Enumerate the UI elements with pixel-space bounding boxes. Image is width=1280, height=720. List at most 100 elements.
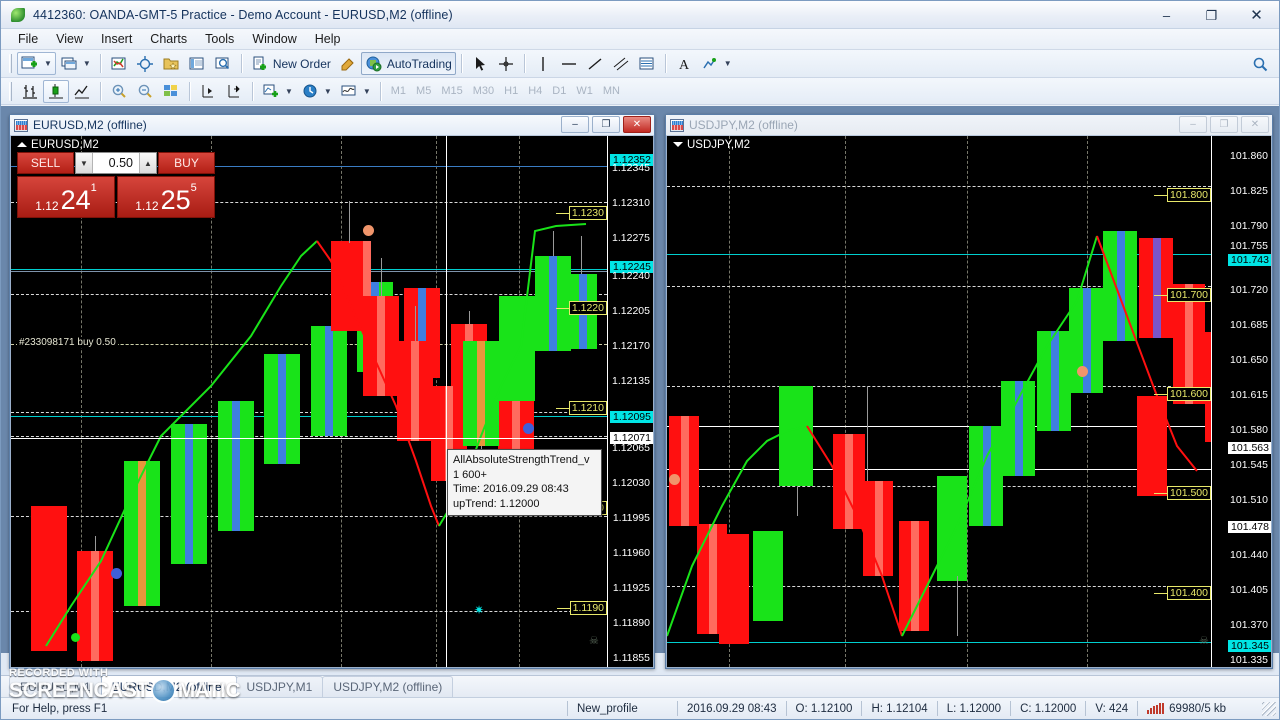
chart-close-button-usdjpy[interactable]: ✕ — [1241, 116, 1269, 133]
price-axis-tick: 1.12065 — [612, 442, 650, 454]
chart-shift-button[interactable] — [221, 80, 247, 103]
indicators-caret[interactable]: ▼ — [285, 87, 293, 96]
maximize-button[interactable]: ❐ — [1189, 1, 1234, 29]
crosshair-tool-button[interactable] — [493, 52, 519, 75]
chart-canvas-eurusd[interactable]: EURUSD,M2 ✷ ☠ #233098171 buy 0.50 1.1230… — [10, 136, 654, 668]
new-chart-button[interactable]: ▼ — [17, 52, 56, 75]
status-profile[interactable]: New_profile — [568, 701, 678, 716]
templates-caret[interactable]: ▼ — [363, 87, 371, 96]
new-chart-caret[interactable]: ▼ — [44, 59, 52, 68]
minimize-icon: – — [1162, 7, 1171, 23]
chart-window-titlebar-eurusd[interactable]: EURUSD,M2 (offline) – ❐ ✕ — [10, 115, 654, 136]
price-tag: 101.800 — [1154, 188, 1211, 202]
menu-tools[interactable]: Tools — [196, 30, 243, 48]
data-window-button[interactable] — [132, 52, 158, 75]
buy-button[interactable]: BUY — [158, 152, 215, 174]
timeframe-m1[interactable]: M1 — [386, 81, 411, 101]
volume-decrease-button[interactable]: ▼ — [76, 153, 93, 173]
zoom-in-button[interactable] — [106, 80, 132, 103]
chart-expand-arrow-eurusd[interactable] — [17, 142, 27, 147]
sell-button[interactable]: SELL — [17, 152, 74, 174]
terminal-button[interactable] — [184, 52, 210, 75]
chart-window-eurusd[interactable]: EURUSD,M2 (offline) – ❐ ✕ EURUSD,M2 ✷ ☠ … — [9, 114, 655, 669]
menu-insert[interactable]: Insert — [92, 30, 141, 48]
strategy-tester-button[interactable] — [210, 52, 236, 75]
timeframe-m15[interactable]: M15 — [436, 81, 467, 101]
chart-tab-eurusd-m2-offline[interactable]: EURUSD,M2 (offline) — [100, 675, 237, 697]
navigator-button[interactable] — [158, 52, 184, 75]
green-dot-marker — [71, 633, 80, 642]
chart-collapse-arrow-usdjpy[interactable] — [673, 142, 683, 147]
market-watch-button[interactable] — [106, 52, 132, 75]
toolbar-grip[interactable] — [9, 54, 13, 73]
minimize-button[interactable]: – — [1144, 1, 1189, 29]
status-connection[interactable]: 69980/5 kb — [1138, 701, 1235, 716]
chart-tab-eurusd-m1[interactable]: EURUSD,M1 — [9, 676, 102, 697]
horizontal-line-button[interactable] — [556, 52, 582, 75]
chart-close-button-eurusd[interactable]: ✕ — [623, 116, 651, 133]
text-label-button[interactable]: A — [671, 52, 697, 75]
timeframe-mn[interactable]: MN — [598, 81, 625, 101]
line-chart-button[interactable] — [69, 80, 95, 103]
tile-windows-button[interactable] — [158, 80, 184, 103]
sell-price-prefix: 1.12 — [35, 199, 59, 213]
chart-tab-usdjpy-m2-offline[interactable]: USDJPY,M2 (offline) — [322, 676, 454, 697]
chart-window-titlebar-usdjpy[interactable]: USDJPY,M2 (offline) – ❐ ✕ — [666, 115, 1272, 136]
timeframe-m30[interactable]: M30 — [468, 81, 499, 101]
chart-minimize-button-eurusd[interactable]: – — [561, 116, 589, 133]
objects-caret[interactable]: ▼ — [724, 59, 732, 68]
volume-increase-button[interactable]: ▲ — [139, 153, 156, 173]
price-axis-usdjpy[interactable]: 101.860 101.825 101.790 101.755 101.743 … — [1211, 136, 1271, 667]
menu-help[interactable]: Help — [306, 30, 350, 48]
indicators-button[interactable]: ▼ — [258, 80, 297, 103]
timeframe-h4[interactable]: H4 — [523, 81, 547, 101]
periods-button[interactable]: ▼ — [297, 80, 336, 103]
trendline-button[interactable] — [582, 52, 608, 75]
search-icon[interactable] — [1251, 55, 1269, 76]
chart-toolbar: ▼ ▼ ▼ M1 M5 M15 M30 H1 H4 D1 W1 MN — [1, 78, 1279, 105]
chart-window-usdjpy[interactable]: USDJPY,M2 (offline) – ❐ ✕ USDJPY,M2 ☠ 10… — [665, 114, 1273, 669]
bar-chart-button[interactable] — [17, 80, 43, 103]
menu-window[interactable]: Window — [243, 30, 305, 48]
price-tag: 101.500 — [1154, 486, 1211, 500]
menu-view[interactable]: View — [47, 30, 92, 48]
profiles-caret[interactable]: ▼ — [83, 59, 91, 68]
cursor-tool-button[interactable] — [467, 52, 493, 75]
profiles-button[interactable]: ▼ — [56, 52, 95, 75]
chart-toolbar-grip[interactable] — [9, 81, 13, 101]
autotrading-button[interactable]: AutoTrading — [360, 52, 456, 75]
volume-stepper[interactable]: ▼ 0.50 ▲ — [75, 152, 157, 174]
equidistant-channel-button[interactable] — [608, 52, 634, 75]
chart-restore-button-eurusd[interactable]: ❐ — [592, 116, 620, 133]
chart-minimize-button-usdjpy[interactable]: – — [1179, 116, 1207, 133]
new-order-button[interactable]: New Order — [247, 52, 335, 75]
buy-price-button[interactable]: 1.12 25 5 — [117, 176, 215, 218]
timeframe-w1[interactable]: W1 — [571, 81, 598, 101]
chart-restore-button-usdjpy[interactable]: ❐ — [1210, 116, 1238, 133]
close-button[interactable]: ✕ — [1234, 1, 1279, 29]
timeframe-h1[interactable]: H1 — [499, 81, 523, 101]
one-click-trading-panel[interactable]: SELL ▼ 0.50 ▲ BUY 1.12 24 1 1.12 25 5 — [17, 152, 215, 218]
chart-tab-usdjpy-m1[interactable]: USDJPY,M1 — [235, 676, 324, 697]
auto-scroll-button[interactable] — [195, 80, 221, 103]
tile-windows-icon — [162, 82, 180, 100]
timeframe-d1[interactable]: D1 — [547, 81, 571, 101]
periods-caret[interactable]: ▼ — [324, 87, 332, 96]
chart-canvas-usdjpy[interactable]: USDJPY,M2 ☠ 101.800 101.700 101.600 101.… — [666, 136, 1272, 668]
vertical-line-button[interactable] — [530, 52, 556, 75]
fibonacci-button[interactable] — [634, 52, 660, 75]
candlestick-chart-button[interactable] — [43, 79, 69, 103]
resize-grip[interactable] — [1262, 701, 1276, 716]
new-order-icon — [251, 55, 269, 73]
price-axis-eurusd[interactable]: 1.12352 1.12345 1.12310 1.12275 1.12245 … — [607, 136, 653, 667]
sell-price-button[interactable]: 1.12 24 1 — [17, 176, 115, 218]
menu-file[interactable]: File — [9, 30, 47, 48]
metaeditor-button[interactable] — [335, 52, 361, 75]
zoom-out-button[interactable] — [132, 80, 158, 103]
volume-value[interactable]: 0.50 — [93, 156, 139, 170]
menu-charts[interactable]: Charts — [141, 30, 196, 48]
timeframe-m5[interactable]: M5 — [411, 81, 436, 101]
templates-button[interactable]: ▼ — [336, 80, 375, 103]
objects-button[interactable]: ▼ — [697, 52, 736, 75]
sell-price-pipette: 1 — [90, 182, 97, 194]
